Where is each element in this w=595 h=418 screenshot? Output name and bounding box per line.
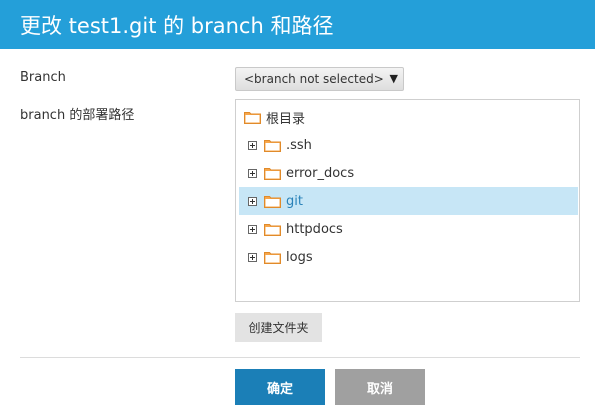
tree-item-label: .ssh xyxy=(286,137,312,153)
folder-icon xyxy=(244,111,261,124)
tree-item-httpdocs[interactable]: httpdocs xyxy=(239,215,578,243)
folder-tree[interactable]: 根目录 .ssh error_docs git httpdocs logs xyxy=(235,99,580,302)
divider xyxy=(20,357,580,358)
folder-icon xyxy=(264,195,281,208)
tree-item-label: git xyxy=(286,193,303,209)
tree-item-label: httpdocs xyxy=(286,221,343,237)
branch-select[interactable]: <branch not selected> ▼ xyxy=(235,67,404,91)
folder-icon xyxy=(264,139,281,152)
dropdown-arrow-icon: ▼ xyxy=(389,72,398,85)
tree-root-label: 根目录 xyxy=(266,111,306,127)
expand-icon[interactable] xyxy=(248,140,257,150)
tree-item-label: error_docs xyxy=(286,165,355,181)
cancel-button[interactable]: 取消 xyxy=(335,369,425,405)
tree-item-ssh[interactable]: .ssh xyxy=(239,131,578,159)
tree-item-logs[interactable]: logs xyxy=(239,243,578,271)
folder-icon xyxy=(264,251,281,264)
expand-icon[interactable] xyxy=(248,224,257,234)
tree-root[interactable]: 根目录 xyxy=(239,103,578,131)
expand-icon[interactable] xyxy=(248,196,257,206)
expand-icon[interactable] xyxy=(248,252,257,262)
expand-icon[interactable] xyxy=(248,168,257,178)
tree-item-error-docs[interactable]: error_docs xyxy=(239,159,578,187)
ok-button[interactable]: 确定 xyxy=(235,369,325,405)
branch-label: Branch xyxy=(20,70,66,85)
deploy-path-label: branch 的部署路径 xyxy=(20,108,135,123)
folder-icon xyxy=(264,167,281,180)
branch-select-value: <branch not selected> xyxy=(244,72,384,86)
dialog-title: 更改 test1.git 的 branch 和路径 xyxy=(0,0,595,49)
create-folder-button[interactable]: 创建文件夹 xyxy=(235,313,322,342)
tree-item-git[interactable]: git xyxy=(239,187,578,215)
tree-item-label: logs xyxy=(286,249,313,265)
folder-icon xyxy=(264,223,281,236)
